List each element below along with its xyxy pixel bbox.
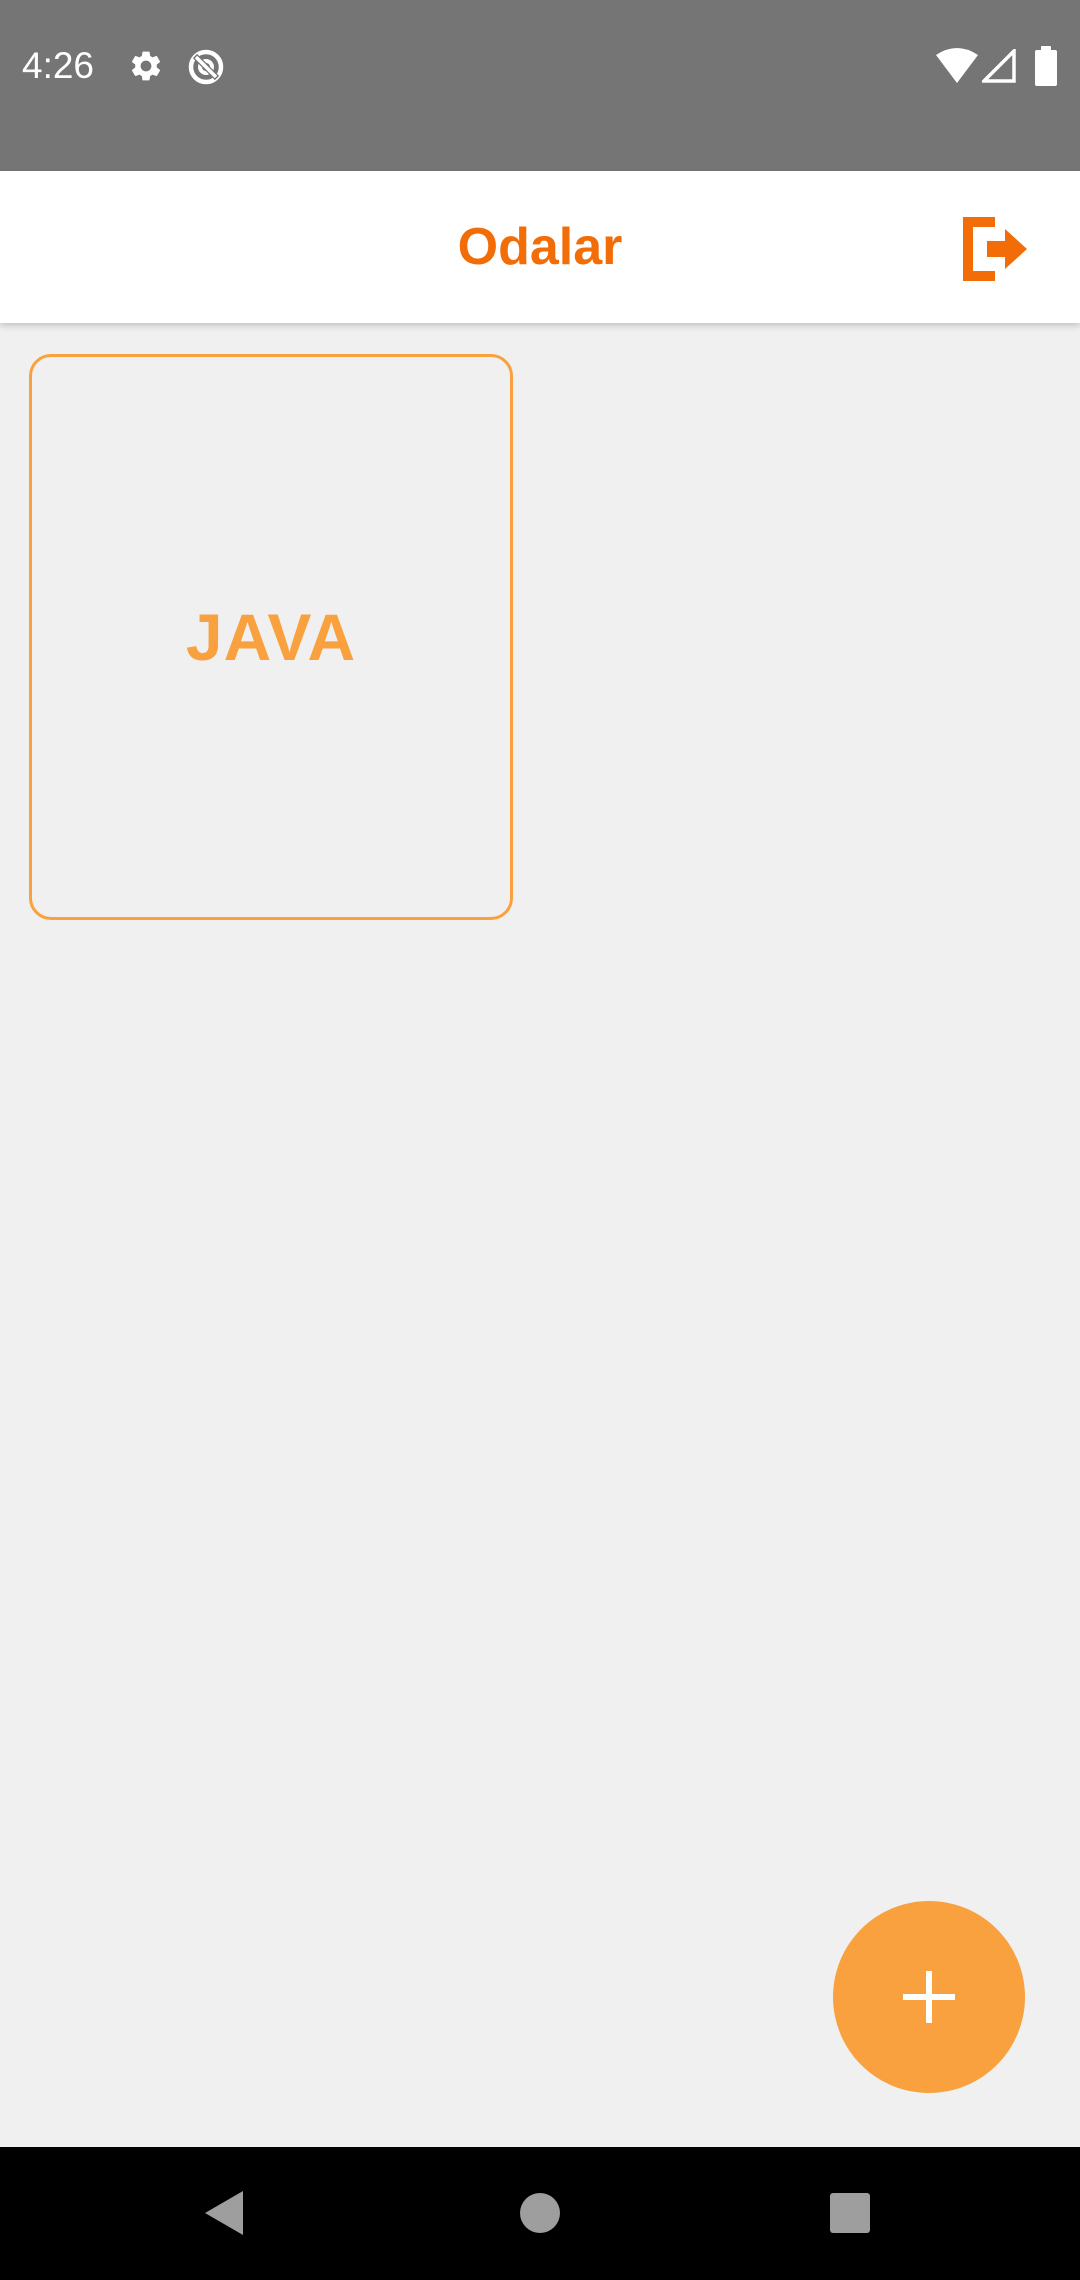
settings-gear-icon <box>131 51 161 81</box>
add-room-button[interactable] <box>833 1901 1025 2093</box>
page-title: Odalar <box>457 218 623 276</box>
wifi-icon <box>936 48 978 83</box>
plus-icon <box>903 1971 955 2023</box>
data-saver-icon <box>188 49 224 85</box>
battery-icon <box>1035 46 1057 86</box>
status-bar: 4:26 <box>0 0 1080 171</box>
app-screen: 4:26 Odalar JAVA <box>0 0 1080 2280</box>
cellular-signal-icon <box>982 49 1016 83</box>
recents-square-icon[interactable] <box>829 2192 871 2234</box>
back-triangle-icon[interactable] <box>203 2189 247 2237</box>
home-circle-icon[interactable] <box>518 2191 562 2235</box>
app-bar: Odalar <box>0 171 1080 323</box>
logout-exit-icon <box>963 217 1027 281</box>
logout-button[interactable] <box>955 209 1035 289</box>
room-card-label: JAVA <box>185 600 357 674</box>
system-navigation-bar <box>0 2147 1080 2280</box>
status-time: 4:26 <box>22 45 95 86</box>
room-card-java[interactable]: JAVA <box>29 354 513 920</box>
